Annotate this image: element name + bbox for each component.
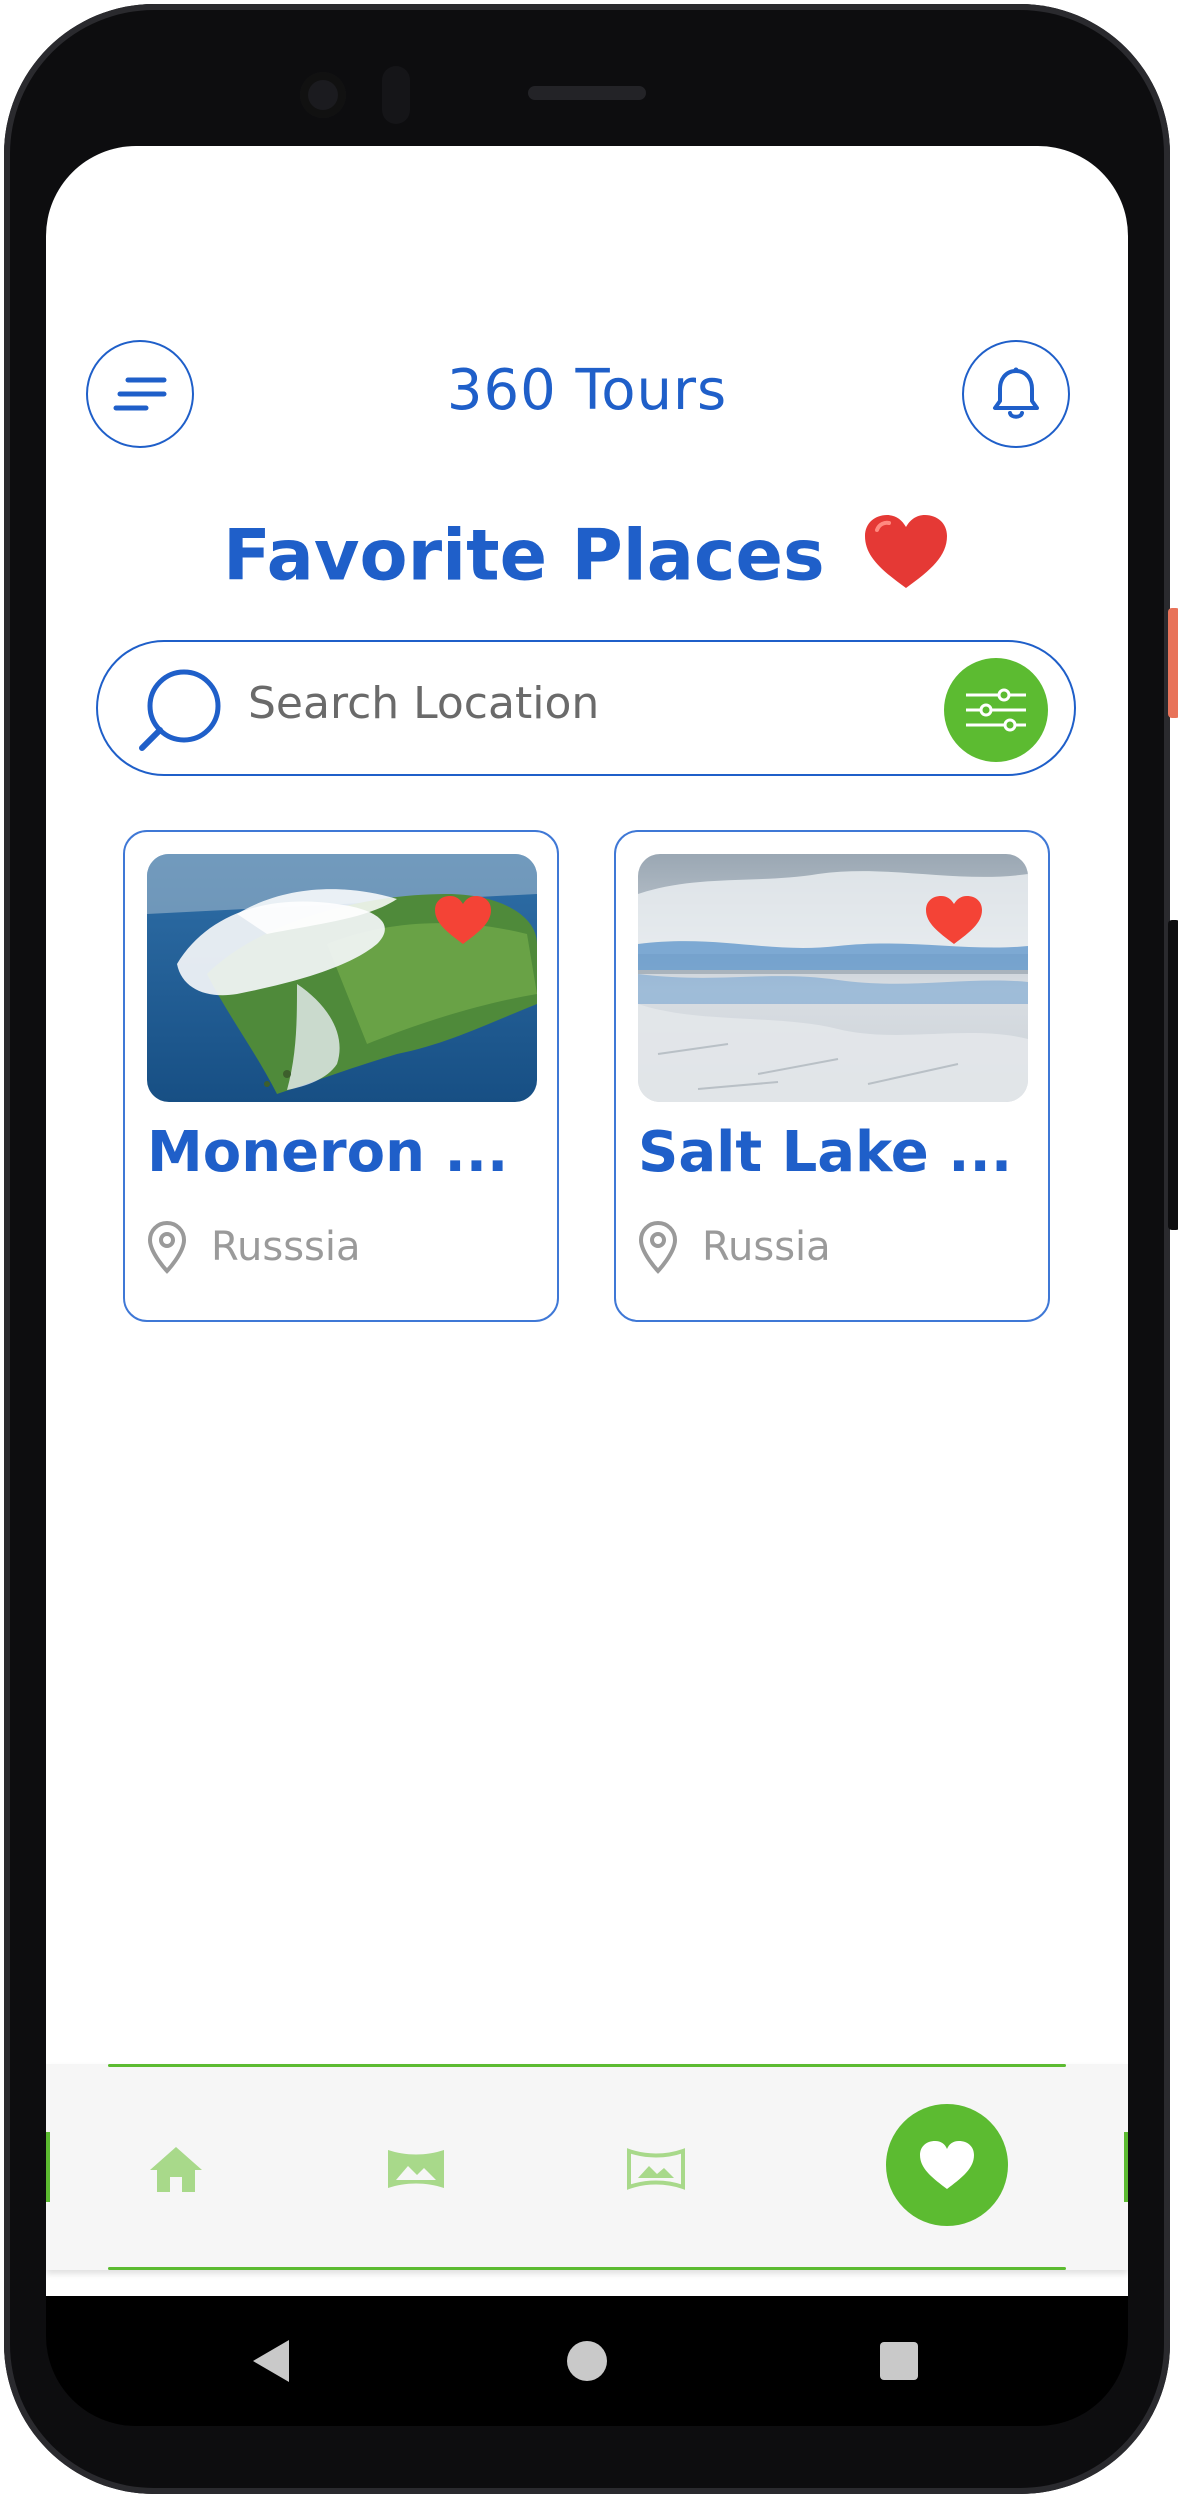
power-button <box>1168 608 1178 718</box>
nav-favorites[interactable] <box>886 2104 1008 2226</box>
heart-emoji-icon <box>861 512 951 609</box>
nav-panorama[interactable] <box>376 2134 456 2204</box>
nav-panorama-outline[interactable] <box>616 2134 696 2204</box>
home-circle-icon <box>567 2341 607 2381</box>
nav-edge-left <box>46 2132 50 2202</box>
heart-icon <box>920 2141 974 2189</box>
panorama-outline-icon <box>627 2148 685 2190</box>
nav-home[interactable] <box>136 2134 216 2204</box>
place-name: Salt Lake ... <box>638 1120 1013 1185</box>
system-navigation-bar <box>46 2296 1128 2426</box>
nav-edge-right <box>1124 2132 1128 2202</box>
nav-border-top <box>108 2064 1066 2067</box>
place-location: Russia <box>638 1220 831 1274</box>
recents-square-icon <box>880 2342 918 2380</box>
back-triangle-icon <box>253 2340 289 2382</box>
front-camera <box>300 72 346 118</box>
system-home-button[interactable] <box>564 2338 610 2384</box>
place-name: Moneron ... <box>147 1120 509 1185</box>
favorite-heart-icon[interactable] <box>433 894 493 946</box>
location-pin-icon <box>638 1220 678 1274</box>
search-icon <box>139 669 221 751</box>
sliders-icon <box>966 688 1026 732</box>
page-title: Favorite Places <box>46 512 1128 609</box>
sensor <box>382 66 410 124</box>
search-input[interactable] <box>248 678 848 729</box>
favorite-heart-icon[interactable] <box>924 894 984 946</box>
place-card[interactable]: Moneron ... Russsia <box>123 830 559 1322</box>
app-screen: 360 Tours Favorite Places Search Locatio… <box>46 146 1128 2296</box>
place-country: Russsia <box>211 1224 361 1270</box>
earpiece-speaker <box>528 86 646 100</box>
device-frame: 360 Tours Favorite Places Search Locatio… <box>0 0 1178 2498</box>
place-photo <box>638 854 1028 1102</box>
bell-icon <box>993 367 1039 419</box>
notifications-button[interactable] <box>962 340 1070 448</box>
system-back-button[interactable] <box>246 2336 296 2386</box>
place-photo <box>147 854 537 1102</box>
location-pin-icon <box>147 1220 187 1274</box>
page-title-text: Favorite Places <box>222 514 825 597</box>
home-icon <box>150 2147 202 2192</box>
filter-button[interactable] <box>944 658 1048 762</box>
bottom-navigation <box>46 2064 1128 2270</box>
place-card[interactable]: Salt Lake ... Russia <box>614 830 1050 1322</box>
place-location: Russsia <box>147 1220 361 1274</box>
volume-button <box>1168 920 1178 1230</box>
panorama-icon <box>388 2150 444 2188</box>
nav-border-bottom <box>108 2267 1066 2270</box>
search-bar[interactable] <box>96 640 1076 776</box>
place-country: Russia <box>702 1224 831 1270</box>
system-recents-button[interactable] <box>876 2338 922 2384</box>
